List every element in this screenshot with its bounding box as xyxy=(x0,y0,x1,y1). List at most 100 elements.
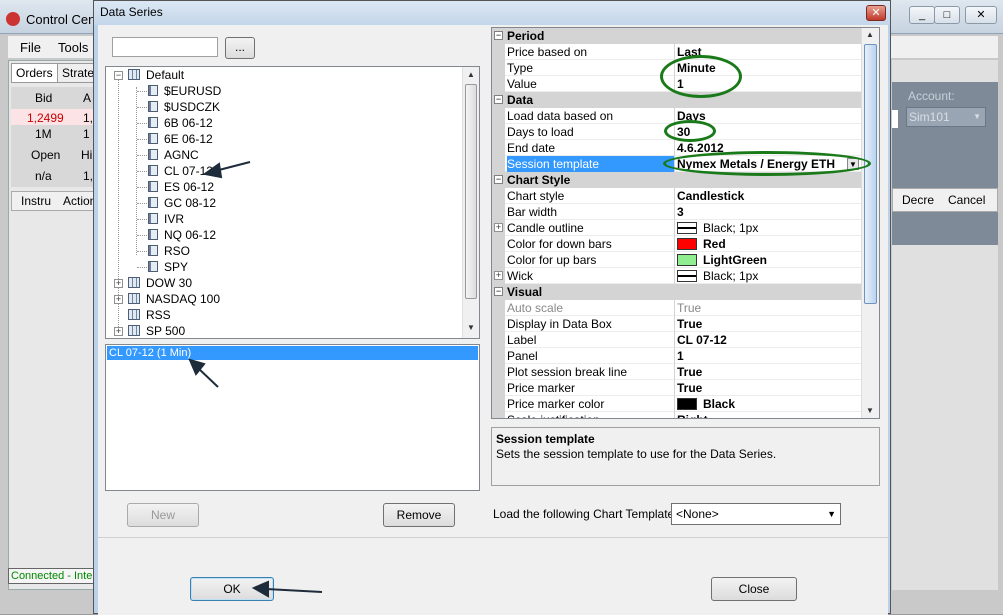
property-value[interactable]: Black; 1px xyxy=(677,268,861,284)
collapse-category-icon[interactable]: − xyxy=(494,95,503,104)
tree-item-label: GC 08-12 xyxy=(164,196,217,210)
expand-property-icon[interactable]: + xyxy=(494,223,503,232)
tree-item[interactable]: RSO xyxy=(148,243,190,259)
color-swatch-icon xyxy=(677,270,697,282)
tree-item[interactable]: IVR xyxy=(148,211,184,227)
expand-group-icon[interactable]: + xyxy=(114,295,123,304)
new-button[interactable]: New xyxy=(127,503,199,527)
chevron-down-icon: ▼ xyxy=(827,509,836,519)
tree-group[interactable]: NASDAQ 100 xyxy=(128,291,220,307)
scroll-up-icon[interactable]: ▲ xyxy=(866,30,874,39)
property-value[interactable]: True xyxy=(677,316,861,332)
close-button[interactable]: Close xyxy=(711,577,797,601)
remove-button[interactable]: Remove xyxy=(383,503,455,527)
expand-property-icon[interactable]: + xyxy=(494,271,503,280)
decrease-button[interactable]: Decre xyxy=(902,193,934,207)
collapse-category-icon[interactable]: − xyxy=(494,175,503,184)
collapse-category-icon[interactable]: − xyxy=(494,287,503,296)
property-value[interactable]: 3 xyxy=(677,204,861,220)
tree-scrollbar[interactable]: ▲ ▼ xyxy=(462,67,479,338)
property-row[interactable]: + Candle outline Black; 1px xyxy=(492,220,861,236)
ok-button[interactable]: OK xyxy=(190,577,274,601)
dialog-close-button[interactable]: ✕ xyxy=(866,5,886,21)
account-select[interactable]: Sim101 ▼ xyxy=(906,107,986,127)
maximize-button[interactable]: □ xyxy=(934,6,960,24)
expand-group-icon[interactable]: + xyxy=(114,327,123,336)
menu-file[interactable]: File xyxy=(20,40,41,55)
annotation-ellipse-days xyxy=(664,120,716,142)
property-value[interactable]: 1 xyxy=(677,348,861,364)
tree-item[interactable]: 6E 06-12 xyxy=(148,131,213,147)
browse-button[interactable]: ... xyxy=(225,37,255,59)
property-row[interactable]: Price marker color Black xyxy=(492,396,861,412)
property-row[interactable]: Display in Data Box True xyxy=(492,316,861,332)
tree-item[interactable]: NQ 06-12 xyxy=(148,227,216,243)
property-value[interactable]: True xyxy=(677,300,861,316)
property-category-period[interactable]: − Period xyxy=(492,28,861,44)
property-row[interactable]: + Wick Black; 1px xyxy=(492,268,861,284)
window-close-button[interactable]: ✕ xyxy=(965,6,997,24)
property-value[interactable]: Red xyxy=(677,236,861,252)
property-value[interactable]: Right xyxy=(677,412,861,418)
property-value[interactable]: True xyxy=(677,380,861,396)
property-name: Plot session break line xyxy=(507,364,675,380)
minimize-button[interactable]: _ xyxy=(909,6,935,24)
property-name: Color for up bars xyxy=(507,252,675,268)
property-category-data[interactable]: − Data xyxy=(492,92,861,108)
property-row[interactable]: Auto scale True xyxy=(492,300,861,316)
tree-item-label: CL 07-12 xyxy=(164,164,213,178)
property-scrollbar[interactable]: ▲ ▼ xyxy=(861,28,879,418)
instrument-search-input[interactable] xyxy=(112,37,218,57)
property-value[interactable]: LightGreen xyxy=(677,252,861,268)
property-row[interactable]: Color for down bars Red xyxy=(492,236,861,252)
scroll-down-icon[interactable]: ▼ xyxy=(866,406,874,415)
property-row[interactable]: Price based on Last xyxy=(492,44,861,60)
property-row[interactable]: Color for up bars LightGreen xyxy=(492,252,861,268)
property-value[interactable]: True xyxy=(677,364,861,380)
tree-item[interactable]: CL 07-12 xyxy=(148,163,213,179)
collapse-default-icon[interactable]: − xyxy=(114,71,123,80)
property-row[interactable]: Scale justificationRight xyxy=(492,412,861,418)
property-value[interactable]: Black; 1px xyxy=(677,220,861,236)
tree-item[interactable]: GC 08-12 xyxy=(148,195,216,211)
tree-item[interactable]: AGNC xyxy=(148,147,199,163)
tree-item[interactable]: ES 06-12 xyxy=(148,179,214,195)
tree-group[interactable]: RSS xyxy=(128,307,171,323)
tree-item-label: 6E 06-12 xyxy=(164,132,213,146)
property-name: Session template xyxy=(507,156,675,172)
property-value[interactable]: CL 07-12 xyxy=(677,332,861,348)
series-list-item[interactable]: CL 07-12 (1 Min) xyxy=(107,346,478,360)
cancel-button[interactable]: Cancel xyxy=(948,193,985,207)
property-value-text: True xyxy=(677,365,703,379)
chart-template-select[interactable]: <None> ▼ xyxy=(671,503,841,525)
property-row[interactable]: Bar width 3 xyxy=(492,204,861,220)
tree-group[interactable]: DOW 30 xyxy=(128,275,192,291)
property-category-visual[interactable]: − Visual xyxy=(492,284,861,300)
property-value[interactable]: Black xyxy=(677,396,861,412)
property-value[interactable]: Candlestick xyxy=(677,188,861,204)
property-row[interactable]: Price marker True xyxy=(492,380,861,396)
tree-group-default[interactable]: Default xyxy=(128,67,184,83)
menu-tools[interactable]: Tools xyxy=(58,40,88,55)
tree-item[interactable]: $USDCZK xyxy=(148,99,220,115)
tree-item[interactable]: SPY xyxy=(148,259,188,275)
tab-orders[interactable]: Orders xyxy=(11,63,58,83)
tree-group[interactable]: SP 500 xyxy=(128,323,185,338)
property-scroll-thumb[interactable] xyxy=(864,44,877,304)
instrument-column[interactable]: Instru xyxy=(21,194,51,208)
tree-scroll-thumb[interactable] xyxy=(465,84,477,299)
scroll-up-icon[interactable]: ▲ xyxy=(467,70,475,79)
property-row[interactable]: Plot session break line True xyxy=(492,364,861,380)
expand-group-icon[interactable]: + xyxy=(114,279,123,288)
category-label: Visual xyxy=(507,285,543,299)
tree-item[interactable]: $EURUSD xyxy=(148,83,221,99)
property-row[interactable]: Chart style Candlestick xyxy=(492,188,861,204)
property-row[interactable]: Label CL 07-12 xyxy=(492,332,861,348)
property-row[interactable]: Panel 1 xyxy=(492,348,861,364)
action-column[interactable]: Action xyxy=(63,194,96,208)
collapse-category-icon[interactable]: − xyxy=(494,31,503,40)
ask-header: A xyxy=(83,91,92,105)
scroll-down-icon[interactable]: ▼ xyxy=(467,323,475,332)
property-name: Color for down bars xyxy=(507,236,675,252)
tree-item[interactable]: 6B 06-12 xyxy=(148,115,213,131)
